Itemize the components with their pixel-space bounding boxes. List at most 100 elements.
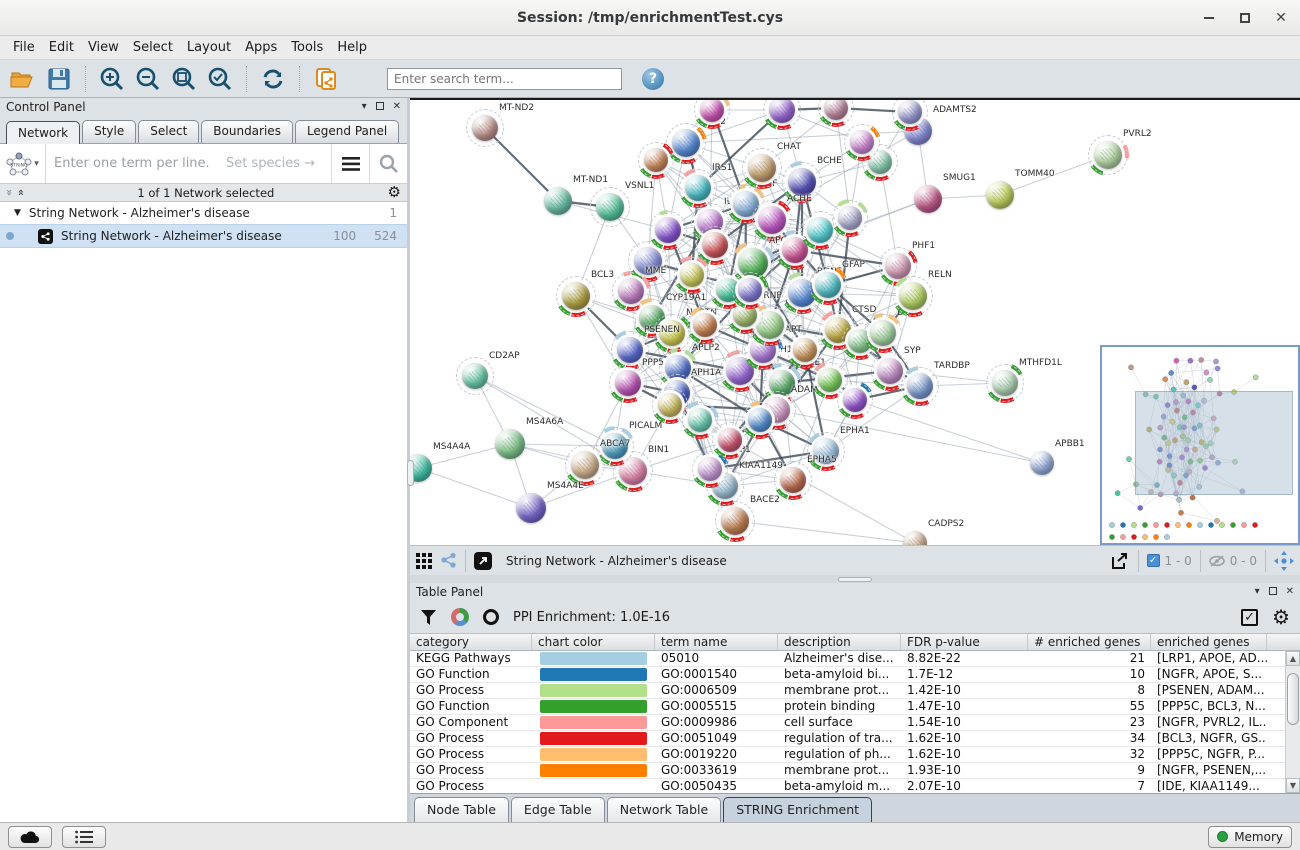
- node[interactable]: [850, 130, 874, 154]
- node-ABCA7[interactable]: [571, 451, 599, 479]
- node-VSNL1[interactable]: [596, 193, 624, 221]
- close-panel-icon[interactable]: ✕: [393, 102, 401, 112]
- node-CD2AP[interactable]: [462, 363, 488, 389]
- task-history-button[interactable]: [62, 826, 106, 848]
- open-session-button[interactable]: [8, 64, 38, 94]
- float-panel-icon[interactable]: [376, 102, 384, 113]
- gear-icon[interactable]: ⚙: [388, 185, 401, 200]
- menu-layout[interactable]: Layout: [180, 38, 238, 57]
- node[interactable]: [898, 100, 922, 124]
- close-panel-icon[interactable]: ✕: [1286, 587, 1294, 597]
- node-MTHFD1L[interactable]: [992, 370, 1018, 396]
- node-PPP5C[interactable]: [615, 370, 641, 396]
- node[interactable]: [738, 278, 762, 302]
- save-session-button[interactable]: [44, 64, 74, 94]
- node[interactable]: [688, 408, 712, 432]
- node[interactable]: [807, 217, 833, 243]
- table-row[interactable]: GO FunctionGO:0001540beta-amyloid bi...1…: [410, 667, 1300, 683]
- table-row[interactable]: GO ProcessGO:0051049regulation of tra...…: [410, 731, 1300, 747]
- table-row[interactable]: GO ProcessGO:0006509membrane prot...1.42…: [410, 683, 1300, 699]
- select-columns-icon[interactable]: ✓: [1241, 609, 1258, 626]
- table-row[interactable]: GO ProcessGO:0033619membrane prot...1.93…: [410, 763, 1300, 779]
- panel-menu-icon[interactable]: ▾: [1255, 587, 1260, 597]
- scroll-thumb[interactable]: [1287, 673, 1299, 725]
- chart-icon[interactable]: [451, 608, 469, 626]
- tab-network-table[interactable]: Network Table: [607, 797, 722, 822]
- panel-menu-icon[interactable]: ▾: [362, 102, 367, 112]
- node[interactable]: [769, 98, 795, 123]
- node-BCHE[interactable]: [788, 168, 816, 196]
- node[interactable]: [843, 388, 867, 412]
- network-canvas[interactable]: MT-ND2MT-ND1VSNL1GAB2IRS1IL1BTNFCHATBCHE…: [410, 98, 1300, 545]
- close-button[interactable]: ✕: [1274, 11, 1288, 25]
- tab-string-enrichment[interactable]: STRING Enrichment: [723, 797, 872, 822]
- menu-apps[interactable]: Apps: [238, 38, 284, 57]
- column-header-description[interactable]: description: [778, 634, 901, 650]
- node-APBB1[interactable]: [1030, 451, 1054, 475]
- table-row[interactable]: GO ComponentGO:0009986cell surface1.54E-…: [410, 715, 1300, 731]
- node[interactable]: [748, 408, 772, 432]
- node-TOMM40[interactable]: [986, 181, 1014, 209]
- zoom-in-button[interactable]: [97, 64, 127, 94]
- collapse-triangle-icon[interactable]: ▼: [14, 208, 21, 218]
- node-MS4A6A[interactable]: [495, 429, 525, 459]
- string-search-button[interactable]: [369, 144, 407, 183]
- cloud-button[interactable]: [8, 826, 52, 848]
- node[interactable]: [718, 428, 742, 452]
- node[interactable]: [702, 232, 728, 258]
- collapse-all-icon[interactable]: »: [14, 189, 27, 196]
- node-GFAP[interactable]: [815, 272, 841, 298]
- node-PSENEN[interactable]: [617, 337, 643, 363]
- column-header-category[interactable]: category: [410, 634, 532, 650]
- node-IRS1[interactable]: [685, 175, 711, 201]
- node[interactable]: [655, 217, 681, 243]
- tab-legend-panel[interactable]: Legend Panel: [295, 120, 399, 143]
- menu-tools[interactable]: Tools: [284, 38, 330, 57]
- birdseye-viewport-rect[interactable]: [1135, 391, 1293, 495]
- node[interactable]: [700, 98, 724, 122]
- node[interactable]: [838, 206, 862, 230]
- help-button[interactable]: ?: [642, 68, 664, 90]
- refresh-button[interactable]: [258, 64, 288, 94]
- column-header-term-name[interactable]: term name: [655, 634, 778, 650]
- scroll-up-arrow[interactable]: ▲: [1286, 651, 1300, 666]
- zoom-fit-button[interactable]: [169, 64, 199, 94]
- table-row[interactable]: GO FunctionGO:0005515protein binding1.47…: [410, 699, 1300, 715]
- node[interactable]: [793, 338, 817, 362]
- search-input[interactable]: [387, 68, 622, 90]
- node-RELN[interactable]: [899, 282, 927, 310]
- table-row[interactable]: GO ProcessGO:0050435beta-amyloid m...2.0…: [410, 779, 1300, 793]
- panel-splitter-handle[interactable]: [407, 460, 414, 486]
- tab-network[interactable]: Network: [6, 121, 80, 144]
- node-ACHE[interactable]: [758, 206, 786, 234]
- species-selector[interactable]: Set species →: [226, 156, 323, 171]
- horizontal-splitter[interactable]: [410, 575, 1300, 583]
- node-MT-ND2[interactable]: [472, 115, 498, 141]
- node-MME[interactable]: [618, 278, 644, 304]
- node-PVRL2[interactable]: [1094, 141, 1122, 169]
- detach-view-icon[interactable]: [474, 552, 492, 570]
- node[interactable]: [680, 263, 704, 287]
- node-SMUG1[interactable]: [914, 185, 942, 213]
- node[interactable]: [658, 393, 682, 417]
- export-network-icon[interactable]: [1110, 551, 1130, 571]
- share-view-icon[interactable]: [440, 552, 457, 569]
- string-query-input[interactable]: Enter one term per line. Set species →: [46, 156, 331, 171]
- scroll-down-arrow[interactable]: ▼: [1286, 778, 1300, 793]
- tab-style[interactable]: Style: [82, 120, 136, 143]
- float-panel-icon[interactable]: [1269, 587, 1277, 598]
- table-row[interactable]: GO ProcessGO:0019220regulation of ph...1…: [410, 747, 1300, 763]
- node-GAB2[interactable]: [672, 129, 700, 157]
- zoom-out-button[interactable]: [133, 64, 163, 94]
- node-SYP[interactable]: [877, 358, 903, 384]
- network-collection-row[interactable]: ▼ String Network - Alzheimer's disease 1: [0, 202, 407, 224]
- menu-edit[interactable]: Edit: [42, 38, 81, 57]
- node-EPHA5[interactable]: [780, 467, 806, 493]
- grid-mode-icon[interactable]: [416, 553, 432, 569]
- birdseye-toggle-icon[interactable]: [1274, 551, 1294, 571]
- menu-select[interactable]: Select: [126, 38, 180, 57]
- birdseye-view[interactable]: [1100, 345, 1300, 545]
- node-TARDBP[interactable]: [907, 373, 933, 399]
- memory-button[interactable]: Memory: [1208, 826, 1292, 848]
- string-options-button[interactable]: [331, 144, 369, 183]
